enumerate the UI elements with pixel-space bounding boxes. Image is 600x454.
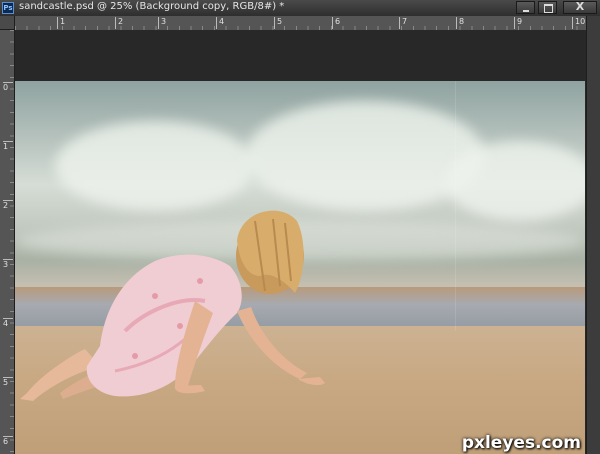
- ruler-label: 1: [3, 141, 13, 151]
- document-title: sandcastle.psd @ 25% (Background copy, R…: [19, 1, 285, 12]
- ruler-label: 3: [158, 17, 166, 29]
- ruler-label: 2: [3, 200, 13, 210]
- minimize-button[interactable]: [516, 1, 535, 14]
- ruler-label: 5: [3, 377, 13, 387]
- vertical-scrollbar[interactable]: [586, 16, 600, 454]
- beach-photo: pxleyes.com: [15, 81, 585, 454]
- close-icon: X: [575, 0, 585, 13]
- ruler-origin[interactable]: [0, 16, 15, 30]
- maximize-icon: [544, 4, 553, 13]
- girl-figure: [20, 210, 325, 401]
- ruler-label: 8: [456, 17, 464, 29]
- document-canvas[interactable]: pxleyes.com: [15, 30, 586, 454]
- ruler-label: 3: [3, 259, 13, 269]
- ruler-label: 7: [399, 17, 407, 29]
- ruler-label: 9: [514, 17, 522, 29]
- ruler-label: 1: [57, 17, 65, 29]
- ruler-label: 10: [572, 17, 585, 29]
- horizontal-ruler[interactable]: 1 2 3 4 5 6 7 8 9 10: [15, 16, 586, 31]
- maximize-button[interactable]: [538, 1, 557, 14]
- ruler-label: 6: [3, 436, 13, 446]
- minimize-icon: [523, 10, 529, 12]
- ruler-label: 4: [216, 17, 224, 29]
- ruler-label: 6: [332, 17, 340, 29]
- ruler-label: 5: [274, 17, 282, 29]
- close-button[interactable]: X: [563, 0, 597, 14]
- vertical-ruler[interactable]: 0 1 2 3 4 5 6: [0, 30, 15, 454]
- title-bar: Ps sandcastle.psd @ 25% (Background copy…: [0, 0, 600, 17]
- watermark: pxleyes.com: [461, 433, 581, 453]
- ruler-label: 0: [3, 82, 13, 92]
- photoshop-icon[interactable]: Ps: [2, 2, 14, 14]
- ruler-label: 2: [115, 17, 123, 29]
- ruler-label: 4: [3, 318, 13, 328]
